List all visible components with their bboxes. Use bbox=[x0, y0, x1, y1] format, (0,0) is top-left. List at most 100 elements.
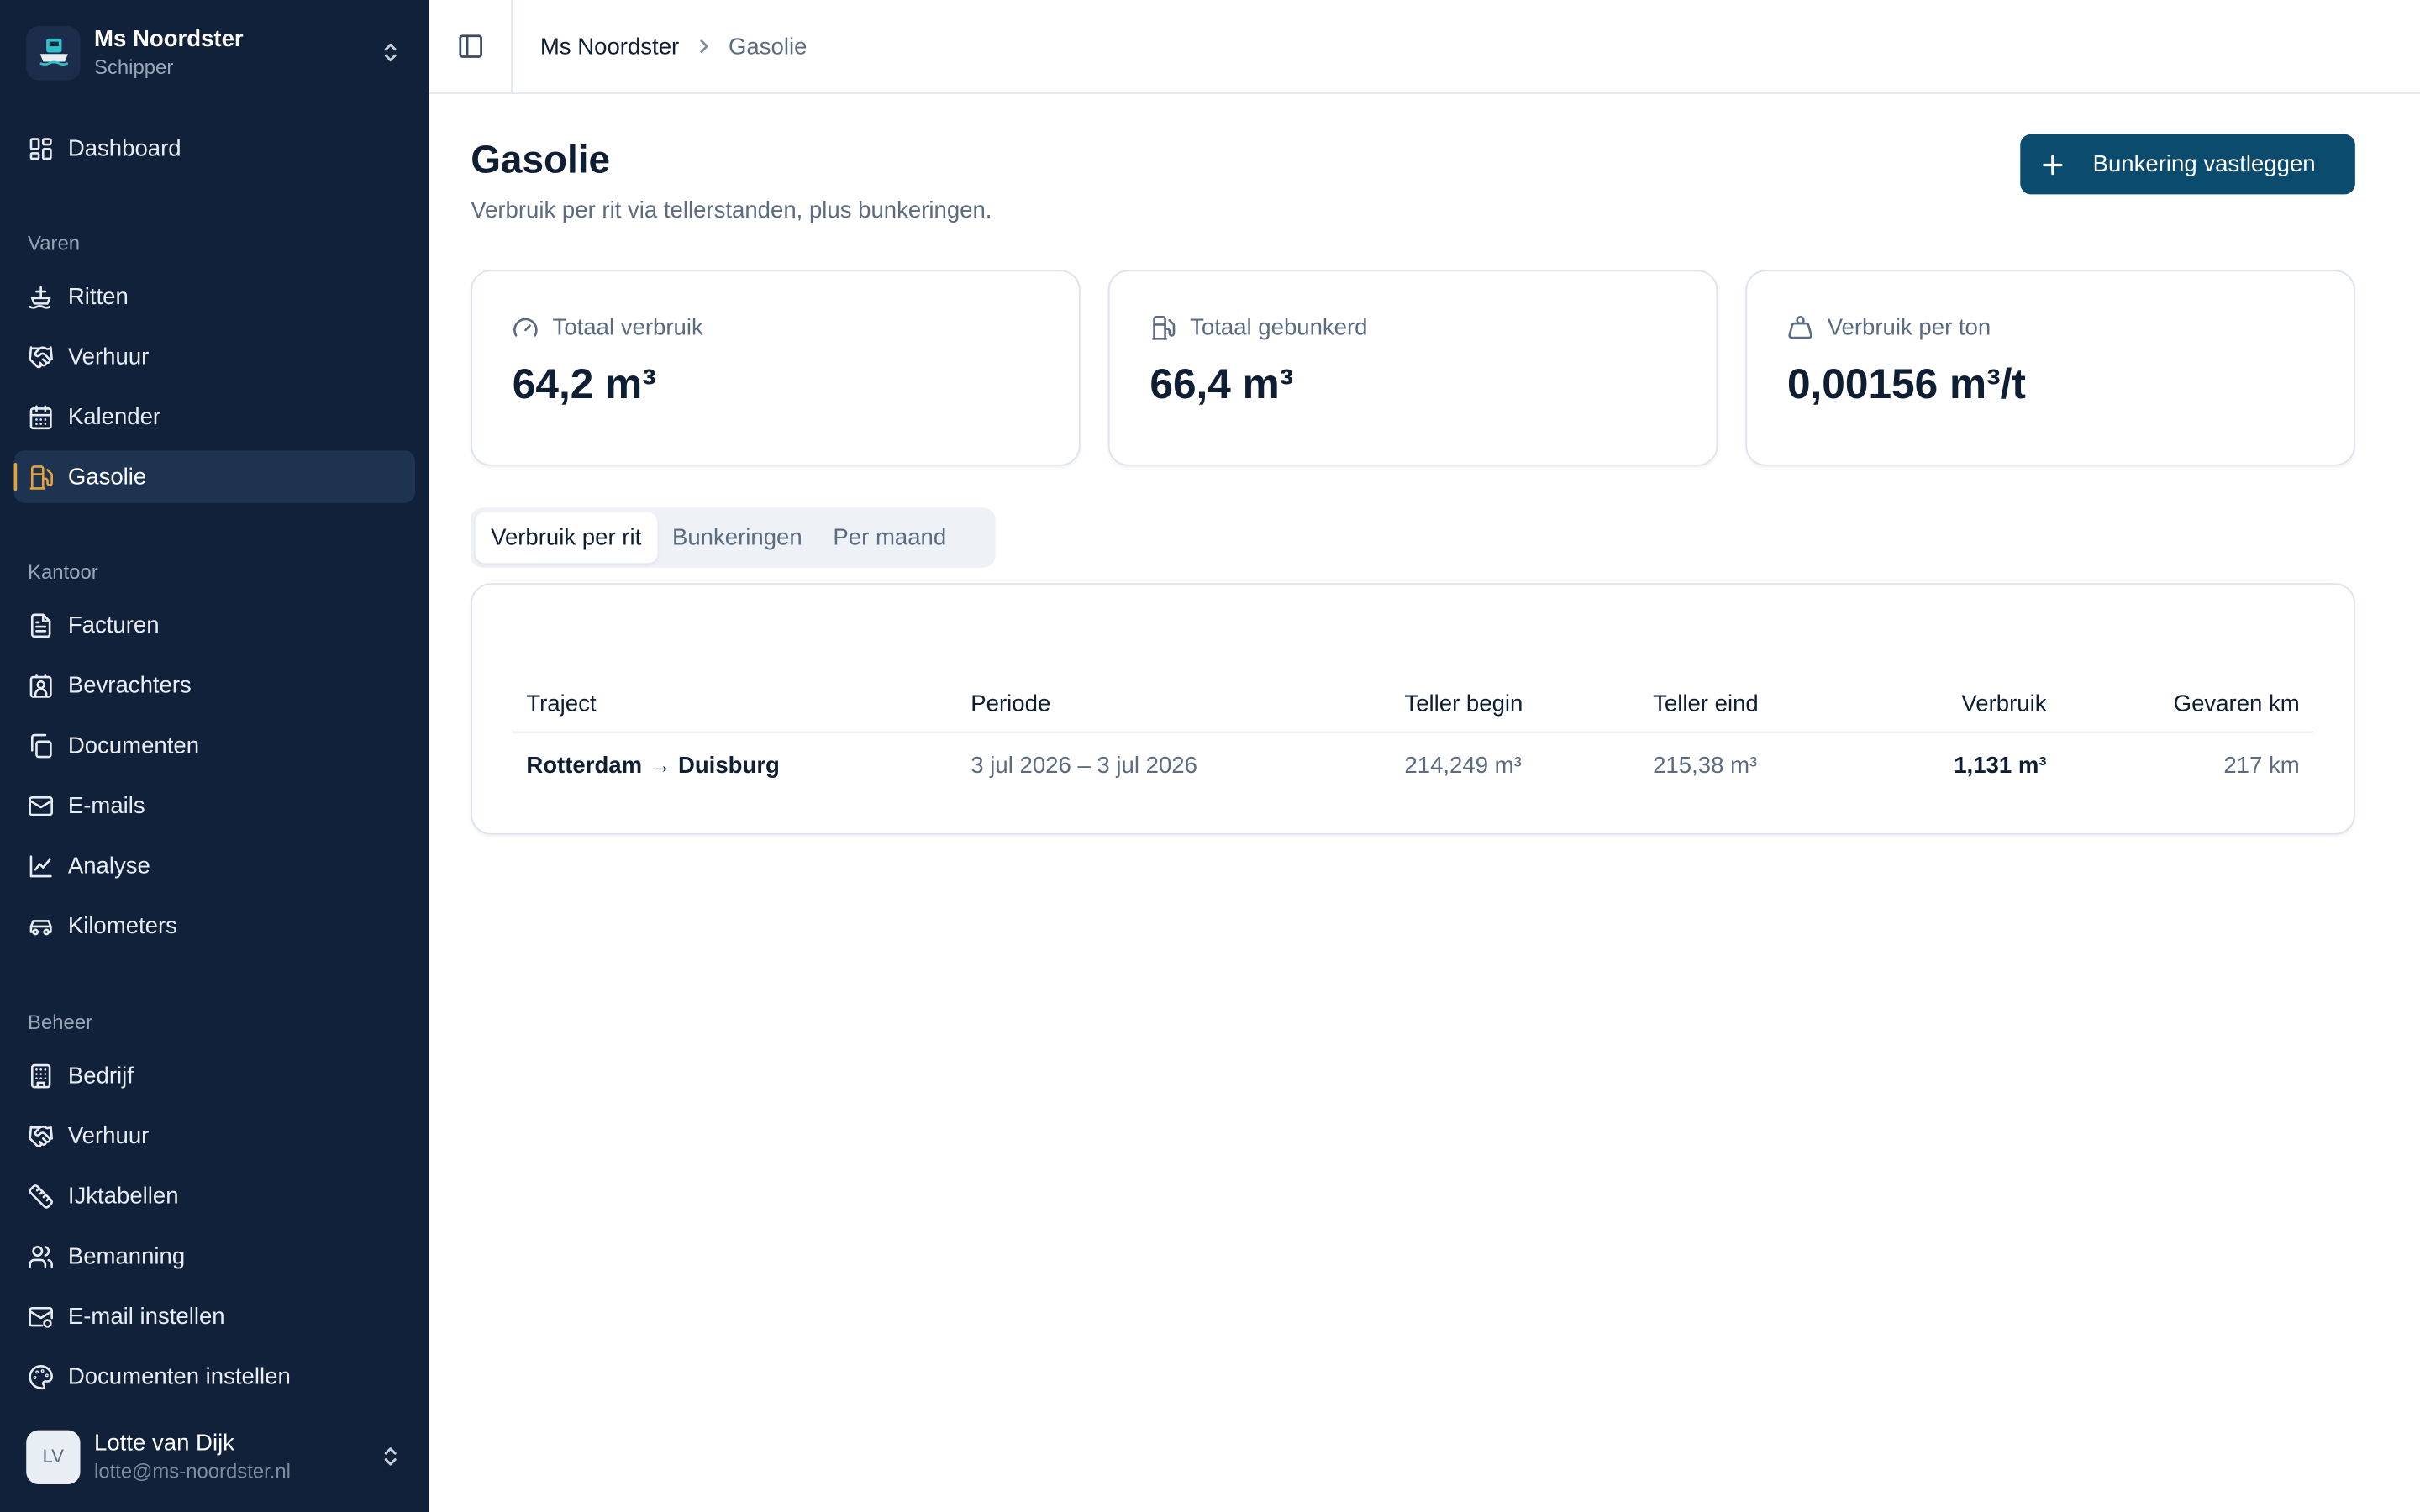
stat-card-verbruik-per-ton: Verbruik per ton 0,00156 m³/t bbox=[1745, 270, 2355, 466]
sidebar-item-label: E-mails bbox=[67, 792, 145, 819]
contact-icon bbox=[29, 673, 52, 697]
sidebar-item-label: Bevrachters bbox=[67, 671, 192, 699]
sidebar-item-label: Ritten bbox=[67, 283, 129, 310]
car-icon bbox=[29, 919, 52, 935]
handshake-icon bbox=[29, 345, 53, 368]
handshake-icon bbox=[29, 1124, 53, 1147]
sidebar: Ms Noordster Schipper Dashboard Varen Ri… bbox=[0, 0, 429, 1512]
section-heading-beheer: Beheer bbox=[28, 1011, 93, 1034]
sidebar-item-analyse[interactable]: Analyse bbox=[14, 839, 416, 891]
sidebar-item-label: Verhuur bbox=[67, 343, 150, 370]
chart-icon bbox=[29, 854, 52, 877]
column-header-verbruik: Verbruik bbox=[1961, 690, 2047, 718]
sidebar-item-label: Facturen bbox=[67, 612, 160, 638]
sidebar-item-documenten-instellen[interactable]: Documenten instellen bbox=[14, 1350, 416, 1402]
documents-icon bbox=[30, 732, 52, 758]
stat-card-totaal-gebunkerd: Totaal gebunkerd 66,4 m³ bbox=[1107, 270, 1718, 466]
table-row[interactable]: Rotterdam → Duisburg 3 jul 2026 – 3 jul … bbox=[513, 734, 2313, 795]
chevrons-up-down-icon bbox=[384, 1447, 397, 1466]
sidebar-item-label: Verhuur bbox=[67, 1122, 150, 1149]
sidebar-item-label: E-mail instellen bbox=[67, 1303, 225, 1330]
workspace-role: Schipper bbox=[94, 55, 174, 78]
calendar-icon bbox=[29, 404, 52, 429]
stat-value: 0,00156 m³/t bbox=[1786, 360, 2026, 407]
top-bar: Ms Noordster Gasolie bbox=[429, 0, 2420, 95]
panel-left-icon bbox=[458, 34, 482, 58]
ruler-icon bbox=[29, 1184, 53, 1208]
column-header-periode: Periode bbox=[971, 690, 1051, 718]
tab-per-maand[interactable]: Per maand bbox=[818, 512, 962, 564]
sidebar-item-bemanning[interactable]: Bemanning bbox=[14, 1230, 416, 1282]
avatar: LV bbox=[26, 1429, 81, 1484]
sidebar-item-dashboard[interactable]: Dashboard bbox=[14, 122, 416, 174]
sidebar-item-facturen[interactable]: Facturen bbox=[14, 599, 416, 651]
sidebar-item-e-mail-instellen[interactable]: E-mail instellen bbox=[14, 1290, 416, 1342]
tab-list: Verbruik per rit Bunkeringen Per maand bbox=[471, 507, 996, 568]
sidebar-item-ijktabellen[interactable]: IJktabellen bbox=[14, 1169, 416, 1221]
sidebar-item-e-mails[interactable]: E-mails bbox=[14, 780, 416, 832]
stat-label: Totaal verbruik bbox=[552, 314, 703, 341]
plus-icon bbox=[2043, 154, 2063, 175]
user-email: lotte@ms-noordster.nl bbox=[94, 1458, 291, 1483]
ship-icon bbox=[29, 285, 51, 308]
sidebar-item-bedrijf[interactable]: Bedrijf bbox=[14, 1049, 416, 1101]
section-heading-varen: Varen bbox=[28, 231, 81, 255]
column-header-gevaren-km: Gevaren km bbox=[2173, 690, 2300, 718]
sidebar-item-documenten[interactable]: Documenten bbox=[14, 719, 416, 771]
page-subtitle: Verbruik per rit via tellerstanden, plus… bbox=[471, 197, 992, 224]
page-title: Gasolie bbox=[471, 139, 611, 182]
tab-bunkeringen[interactable]: Bunkeringen bbox=[657, 512, 818, 564]
sidebar-item-verhuur-beheer[interactable]: Verhuur bbox=[14, 1110, 416, 1162]
palette-icon bbox=[29, 1364, 53, 1389]
cell-teller-eind: 215,38 m³ bbox=[1653, 752, 1758, 779]
stat-value: 64,2 m³ bbox=[512, 360, 656, 407]
workspace-switcher[interactable]: Ms Noordster Schipper bbox=[14, 15, 416, 89]
button-label: Bunkering vastleggen bbox=[2092, 151, 2316, 178]
dashboard-icon bbox=[29, 137, 52, 160]
workspace-name: Ms Noordster bbox=[94, 25, 244, 52]
breadcrumb: Ms Noordster Gasolie bbox=[540, 33, 808, 59]
stat-label: Totaal gebunkerd bbox=[1190, 314, 1368, 341]
users-icon bbox=[29, 1245, 53, 1268]
mail-icon bbox=[29, 795, 53, 816]
sidebar-item-kalender[interactable]: Kalender bbox=[14, 391, 416, 443]
sidebar-item-label: Bedrijf bbox=[67, 1062, 134, 1089]
cell-verbruik: 1,131 m³ bbox=[1954, 752, 2047, 779]
user-menu[interactable]: LV Lotte van Dijk lotte@ms-noordster.nl bbox=[14, 1416, 416, 1497]
sidebar-item-kilometers[interactable]: Kilometers bbox=[14, 900, 416, 952]
sidebar-item-label: IJktabellen bbox=[67, 1182, 179, 1210]
sidebar-item-label: Analyse bbox=[67, 852, 150, 879]
cell-teller-begin: 214,249 m³ bbox=[1404, 752, 1522, 779]
ship-logo-icon bbox=[26, 25, 81, 80]
column-header-teller-eind: Teller eind bbox=[1653, 690, 1759, 718]
sidebar-item-verhuur[interactable]: Verhuur bbox=[14, 330, 416, 382]
cell-periode: 3 jul 2026 – 3 jul 2026 bbox=[971, 752, 1197, 779]
breadcrumb-current: Gasolie bbox=[728, 33, 808, 60]
cell-traject: Rotterdam → Duisburg bbox=[526, 752, 780, 779]
fuel-icon bbox=[29, 465, 53, 489]
sidebar-item-label: Dashboard bbox=[67, 134, 182, 161]
sidebar-toggle-button[interactable] bbox=[429, 0, 513, 93]
verbruik-table: Traject Periode Teller begin Teller eind… bbox=[471, 583, 2355, 835]
table-header: Traject Periode Teller begin Teller eind… bbox=[512, 677, 2314, 733]
fuel-icon bbox=[1151, 315, 1176, 340]
bunkering-vastleggen-button[interactable]: Bunkering vastleggen bbox=[2020, 134, 2355, 195]
mail-settings-icon bbox=[29, 1306, 53, 1327]
gauge-icon bbox=[513, 318, 538, 337]
sidebar-item-label: Documenten instellen bbox=[67, 1362, 291, 1389]
invoice-icon bbox=[30, 612, 51, 638]
breadcrumb-parent[interactable]: Ms Noordster bbox=[540, 33, 679, 59]
sidebar-item-label: Gasolie bbox=[67, 463, 147, 491]
tab-verbruik-per-rit[interactable]: Verbruik per rit bbox=[475, 512, 657, 564]
sidebar-item-gasolie[interactable]: Gasolie bbox=[13, 450, 416, 503]
sidebar-item-label: Bemanning bbox=[67, 1242, 186, 1269]
sidebar-item-bevrachters[interactable]: Bevrachters bbox=[14, 659, 416, 711]
stat-value: 66,4 m³ bbox=[1150, 360, 1294, 407]
user-name: Lotte van Dijk bbox=[94, 1429, 234, 1456]
building-icon bbox=[30, 1063, 51, 1088]
stat-label: Verbruik per ton bbox=[1827, 314, 1991, 341]
sidebar-item-ritten[interactable]: Ritten bbox=[14, 270, 416, 322]
main-content: Ms Noordster Gasolie Gasolie Verbruik pe… bbox=[429, 0, 2420, 1512]
section-heading-kantoor: Kantoor bbox=[28, 559, 98, 584]
column-header-traject: Traject bbox=[526, 690, 597, 718]
